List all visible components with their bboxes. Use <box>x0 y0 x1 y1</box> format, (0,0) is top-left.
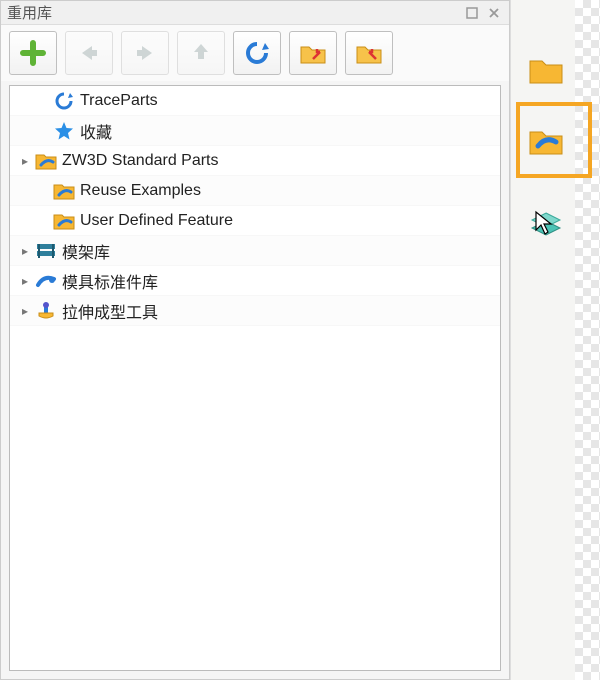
folder-link-icon <box>52 181 76 201</box>
panel-title: 重用库 <box>7 2 52 23</box>
tree-item[interactable]: User Defined Feature <box>10 206 500 236</box>
folder-link-icon <box>34 151 58 171</box>
tree-item-label: Reuse Examples <box>76 182 201 200</box>
side-tab-strip <box>510 0 575 680</box>
side-tab-library[interactable] <box>523 120 569 164</box>
export-folder-button[interactable] <box>345 31 393 75</box>
part-icon <box>34 271 58 291</box>
tree-item-label: 模具标准件库 <box>58 269 158 293</box>
forward-button[interactable] <box>121 31 169 75</box>
minimize-icon[interactable] <box>463 5 481 21</box>
tree-item-label: User Defined Feature <box>76 212 233 230</box>
expander-icon[interactable] <box>16 304 34 318</box>
expander-icon[interactable] <box>16 154 34 168</box>
close-icon[interactable] <box>485 5 503 21</box>
star-icon <box>52 121 76 141</box>
tree-item-label: TraceParts <box>76 92 158 110</box>
panel-titlebar: 重用库 <box>1 1 509 25</box>
tree-item-label: 模架库 <box>58 239 110 263</box>
side-tab-folder[interactable] <box>523 48 569 92</box>
reuse-library-panel: 重用库 <box>0 0 510 680</box>
tree-item[interactable]: ZW3D Standard Parts <box>10 146 500 176</box>
shelf-icon <box>34 241 58 261</box>
tree-item[interactable]: 模架库 <box>10 236 500 266</box>
side-tab-layers[interactable] <box>523 202 569 246</box>
tree-item-label: ZW3D Standard Parts <box>58 152 219 170</box>
expander-icon[interactable] <box>16 274 34 288</box>
folder-link-icon <box>52 211 76 231</box>
tree-item-label: 收藏 <box>76 119 112 143</box>
refresh-blue-icon <box>52 91 76 111</box>
tree-item-label: 拉伸成型工具 <box>58 299 158 323</box>
up-button[interactable] <box>177 31 225 75</box>
tree-view[interactable]: TraceParts 收藏 ZW3D Standard Parts Reuse Exa… <box>9 85 501 671</box>
tree-item[interactable]: 收藏 <box>10 116 500 146</box>
tool-icon <box>34 301 58 321</box>
refresh-button[interactable] <box>233 31 281 75</box>
import-folder-button[interactable] <box>289 31 337 75</box>
expander-icon[interactable] <box>16 244 34 258</box>
tree-item[interactable]: TraceParts <box>10 86 500 116</box>
back-button[interactable] <box>65 31 113 75</box>
tree-item[interactable]: 拉伸成型工具 <box>10 296 500 326</box>
transparent-background <box>575 0 600 680</box>
toolbar <box>1 25 509 81</box>
tree-item[interactable]: Reuse Examples <box>10 176 500 206</box>
tree-item[interactable]: 模具标准件库 <box>10 266 500 296</box>
add-button[interactable] <box>9 31 57 75</box>
